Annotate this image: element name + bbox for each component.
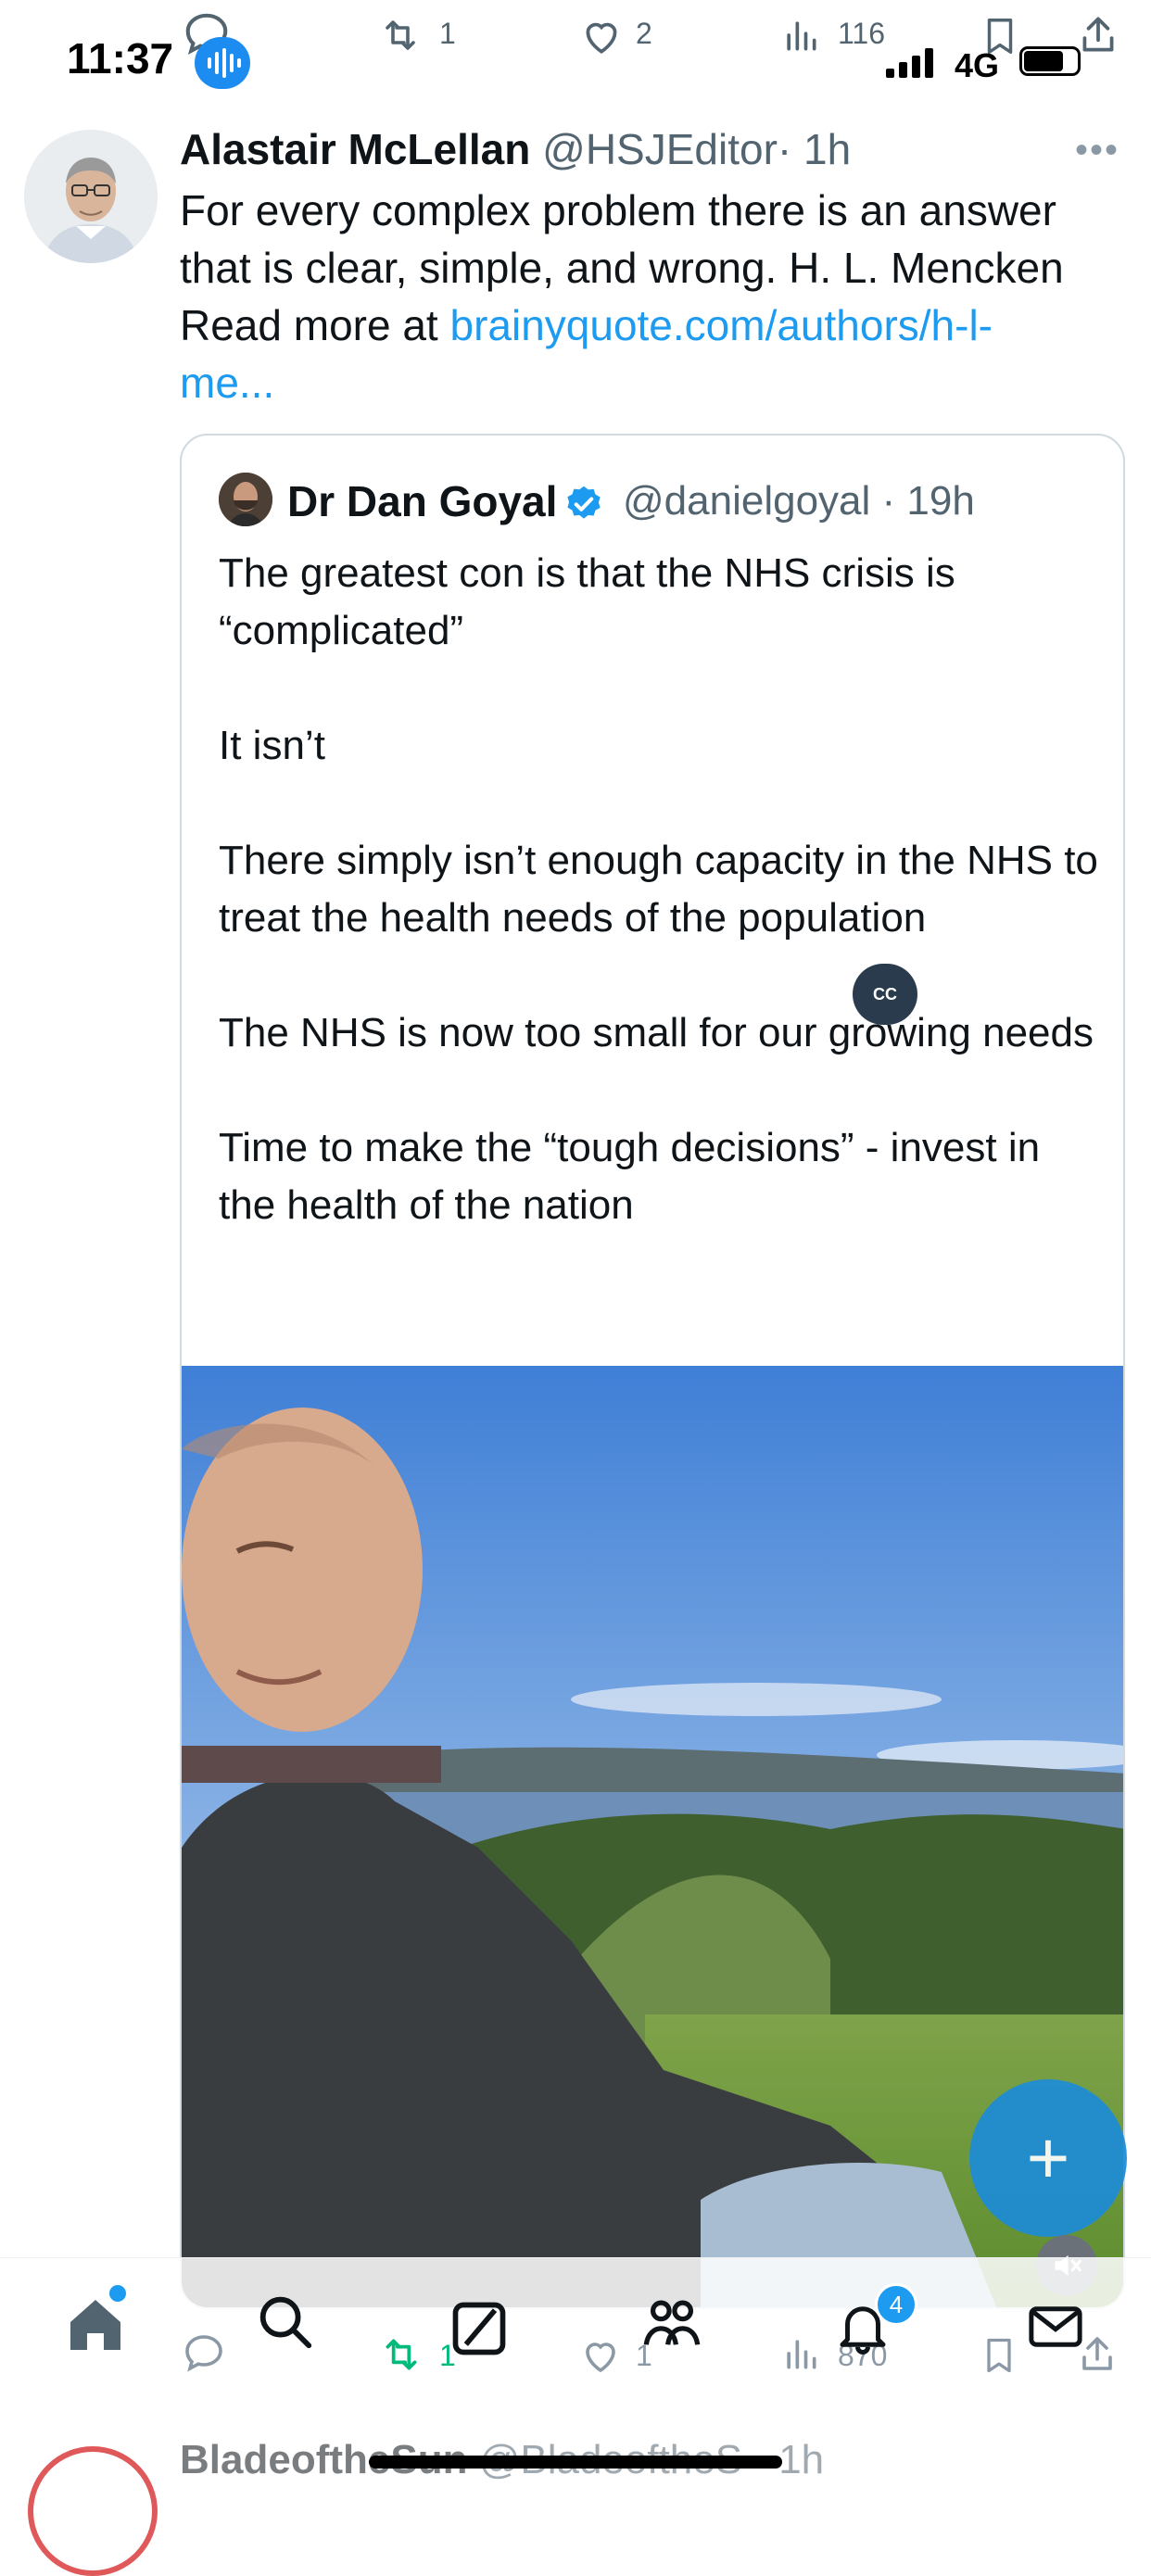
quoted-author-name: Dr Dan Goyal (287, 477, 558, 525)
tweet-link-cont[interactable]: me... (180, 359, 274, 407)
quoted-author-handle: @danielgoyal · 19h (623, 478, 975, 524)
author-handle[interactable]: @HSJEditor (542, 125, 778, 173)
link-prefix: Read more at (180, 301, 450, 349)
communities-icon[interactable] (630, 2281, 714, 2365)
search-icon[interactable] (243, 2279, 326, 2363)
closed-captions-button[interactable]: CC (853, 964, 917, 1025)
status-time: 11:37 (67, 34, 174, 82)
views-icon-bottom[interactable] (780, 2333, 821, 2379)
tweet-header: Alastair McLellan @HSJEditor· 1h (180, 124, 851, 174)
tweet-link[interactable]: brainyquote.com/authors/h-l- (449, 301, 993, 349)
quoted-paragraph: The NHS is now too small for our growing… (219, 1010, 1094, 1055)
quoted-paragraph: There simply isn’t enough capacity in th… (219, 838, 1098, 941)
retweet-icon-top[interactable] (378, 13, 423, 62)
retweet-count-top: 1 (439, 17, 456, 50)
views-count-top: 116 (838, 17, 886, 50)
quoted-author-avatar (219, 473, 272, 526)
bottom-tab-bar (0, 2257, 1151, 2406)
tweet-text: For every complex problem there is an an… (180, 182, 1116, 411)
quoted-tweet-card[interactable]: Dr Dan Goyal @danielgoyal · 19h The grea… (180, 434, 1125, 2309)
tweet-time[interactable]: · 1h (778, 125, 851, 173)
grok-icon[interactable] (437, 2287, 521, 2370)
like-icon-top[interactable] (578, 13, 625, 64)
network-type: 4G (955, 46, 1000, 84)
more-options-icon[interactable]: ••• (1075, 130, 1119, 171)
messages-icon[interactable] (1014, 2285, 1097, 2368)
quoted-tweet-text: The greatest con is that the NHS crisis … (219, 545, 1099, 1234)
quoted-paragraph: It isn’t (219, 723, 325, 768)
next-tweet-avatar[interactable] (28, 2446, 158, 2576)
share-icon-top[interactable] (1075, 11, 1121, 62)
notifications-badge: 4 (875, 2283, 917, 2326)
author-name[interactable]: Alastair McLellan (180, 125, 530, 173)
views-icon-top[interactable] (780, 15, 821, 60)
mic-wave-icon (195, 37, 250, 89)
compose-plus-icon[interactable]: + (969, 2079, 1127, 2237)
like-count-top: 2 (636, 17, 652, 50)
verified-badge-icon (563, 484, 604, 524)
retweet-icon-bottom[interactable] (378, 2331, 424, 2382)
tweet-body: For every complex problem there is an an… (180, 186, 1064, 292)
reply-icon-bottom[interactable] (182, 2331, 226, 2380)
author-avatar[interactable] (24, 130, 158, 263)
quoted-paragraph: Time to make the “tough decisions” - inv… (219, 1125, 1041, 1228)
signal-icon (886, 48, 938, 82)
quoted-paragraph: The greatest con is that the NHS crisis … (219, 550, 955, 653)
home-unread-dot (109, 2285, 126, 2302)
battery-level (1024, 51, 1063, 71)
like-icon-bottom[interactable] (578, 2333, 623, 2382)
home-indicator (369, 2456, 782, 2469)
